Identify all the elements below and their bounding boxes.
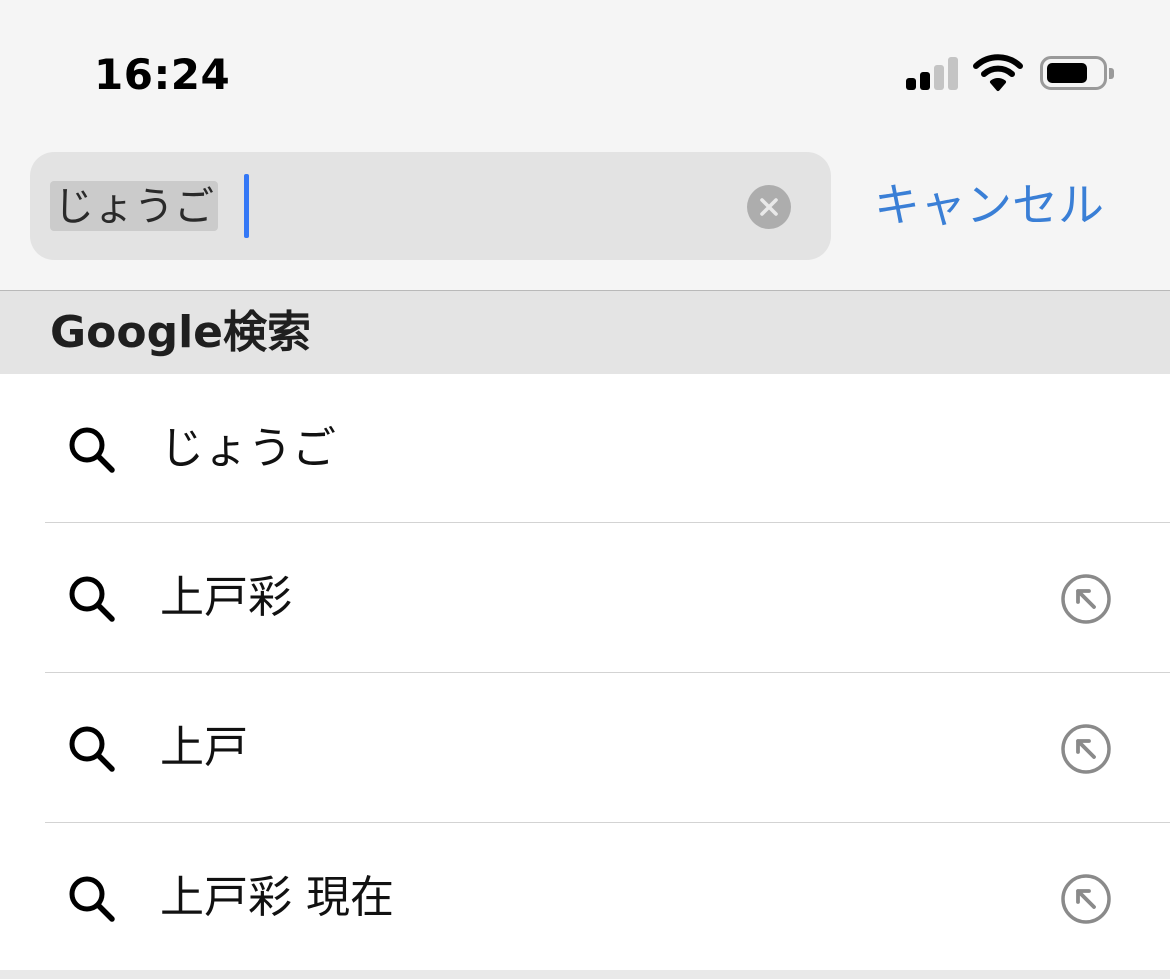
suggestion-row[interactable]: 上戸彩 現在 [0, 823, 1170, 973]
text-caret [244, 174, 249, 238]
suggestion-label: 上戸彩 現在 [160, 872, 394, 923]
battery-icon [1040, 56, 1114, 90]
suggestion-label: 上戸彩 [160, 572, 292, 623]
suggestion-list: じょうご 上戸彩 上戸 上戸彩 現在 [0, 374, 1170, 973]
section-header: Google検索 [0, 291, 1170, 374]
wifi-icon [972, 52, 1024, 96]
suggestion-row[interactable]: じょうご [0, 374, 1170, 523]
clear-x-icon[interactable] [747, 185, 791, 229]
suggestion-row[interactable]: 上戸彩 [0, 523, 1170, 673]
suggestion-label: じょうご [160, 423, 336, 474]
cancel-button[interactable]: キャンセル [874, 176, 1104, 234]
search-field[interactable]: じょうご [30, 152, 831, 260]
suggestion-row[interactable]: 上戸 [0, 673, 1170, 823]
battery-cap [1109, 68, 1114, 79]
fill-suggestion-arrow-icon[interactable] [1060, 723, 1112, 775]
safari-search-screen: 16:24 じょうご キャンセル Google検索 じょうご 上戸彩 上戸 上戸… [0, 0, 1170, 979]
battery-level [1047, 63, 1087, 83]
fill-suggestion-arrow-icon[interactable] [1060, 573, 1112, 625]
search-header: 16:24 じょうご キャンセル [0, 0, 1170, 291]
search-input[interactable]: じょうご [50, 181, 218, 231]
suggestion-label: 上戸 [160, 722, 248, 773]
cellular-signal-icon [906, 56, 960, 90]
search-icon [69, 427, 115, 473]
search-icon [69, 876, 115, 922]
section-title: Google検索 [50, 307, 311, 358]
status-time: 16:24 [94, 50, 231, 99]
fill-suggestion-arrow-icon[interactable] [1060, 873, 1112, 925]
search-icon [69, 726, 115, 772]
bottom-strip [0, 970, 1170, 979]
search-icon [69, 576, 115, 622]
